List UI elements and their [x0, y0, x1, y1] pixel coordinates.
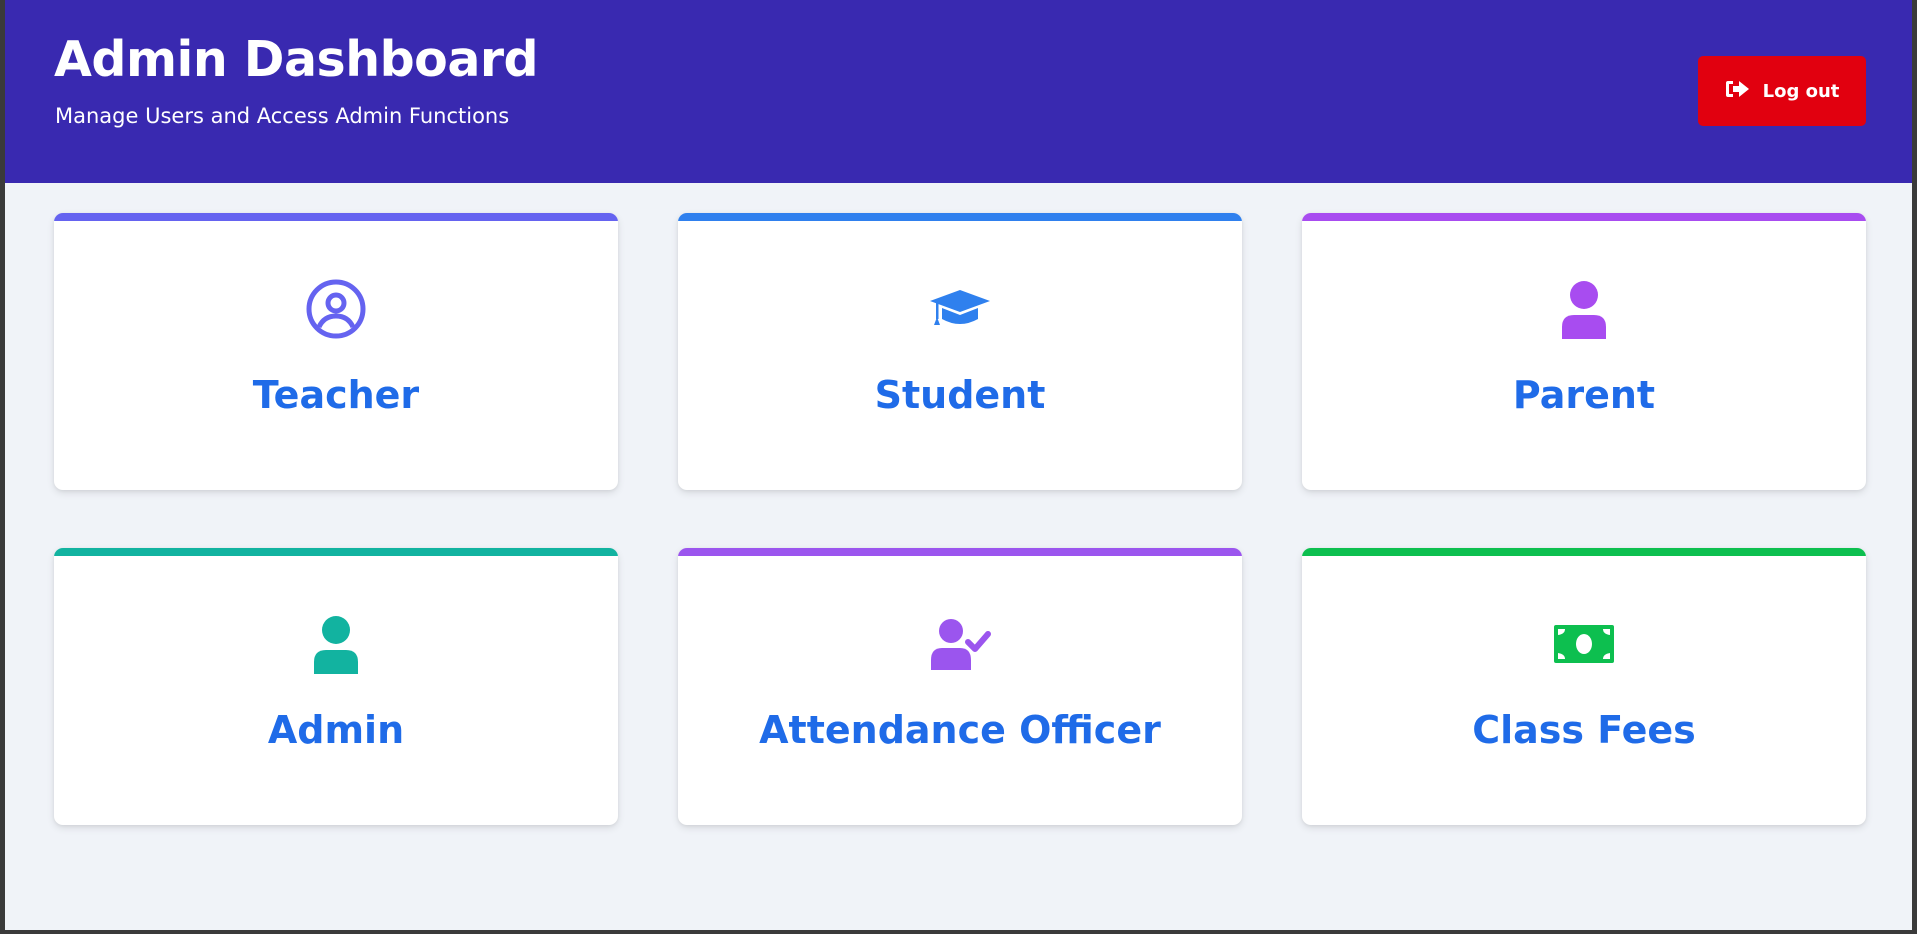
card-label-student: Student [874, 373, 1046, 417]
page: Admin Dashboard Manage Users and Access … [5, 0, 1912, 930]
card-label-parent: Parent [1512, 373, 1656, 417]
graduation-cap-icon [928, 277, 992, 341]
card-accent-bar [1302, 548, 1866, 556]
money-bill-icon [1552, 612, 1616, 676]
card-accent-bar [54, 548, 618, 556]
card-student[interactable]: Student [678, 213, 1242, 490]
card-accent-bar [678, 213, 1242, 221]
user-icon [1552, 277, 1616, 341]
logout-button[interactable]: Log out [1698, 56, 1866, 126]
card-label-class-fees: Class Fees [1472, 708, 1696, 752]
card-accent-bar [678, 548, 1242, 556]
card-label-admin: Admin [267, 708, 405, 752]
sign-out-icon [1725, 78, 1751, 105]
card-label-teacher: Teacher [252, 373, 420, 417]
card-accent-bar [1302, 213, 1866, 221]
card-accent-bar [54, 213, 618, 221]
page-subtitle: Manage Users and Access Admin Functions [55, 104, 510, 128]
user-circle-icon [304, 277, 368, 341]
card-parent[interactable]: Parent [1302, 213, 1866, 490]
card-attendance-officer[interactable]: Attendance Officer [678, 548, 1242, 825]
card-teacher[interactable]: Teacher [54, 213, 618, 490]
card-class-fees[interactable]: Class Fees [1302, 548, 1866, 825]
user-check-icon [928, 612, 992, 676]
page-title: Admin Dashboard [54, 31, 539, 88]
logout-label: Log out [1762, 80, 1840, 102]
user-icon [304, 612, 368, 676]
card-label-attendance-officer: Attendance Officer [759, 708, 1161, 752]
card-admin[interactable]: Admin [54, 548, 618, 825]
dashboard-header: Admin Dashboard Manage Users and Access … [5, 0, 1912, 183]
